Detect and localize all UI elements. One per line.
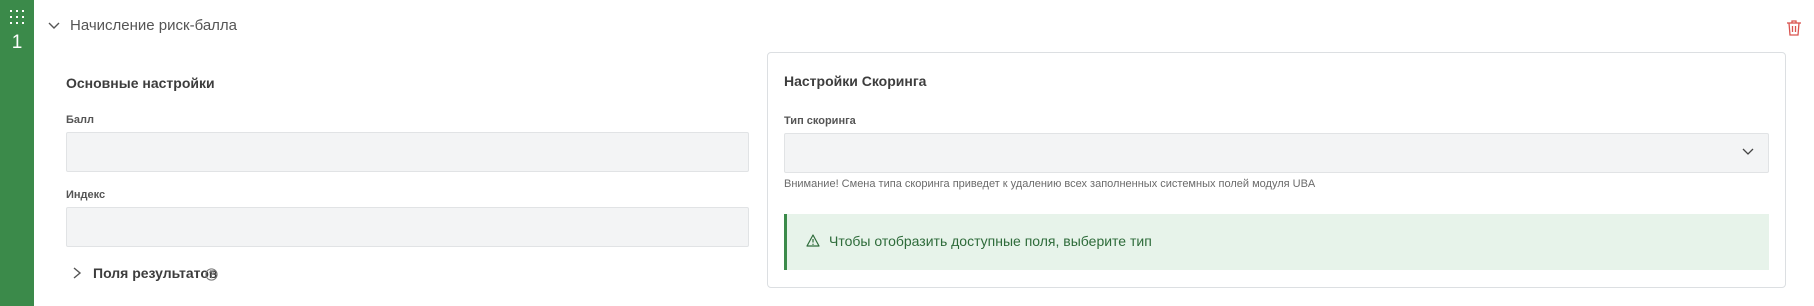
chevron-down-icon[interactable]	[47, 19, 61, 33]
question-circle-icon[interactable]	[205, 268, 218, 281]
trash-icon[interactable]	[1786, 19, 1802, 37]
scoring-type-select[interactable]	[784, 133, 1769, 173]
rule-index-number: 1	[11, 32, 23, 53]
alert-message: Чтобы отобразить доступные поля, выберит…	[829, 233, 1152, 249]
index-input[interactable]	[66, 207, 749, 247]
left-rail: 1	[0, 0, 34, 306]
scoring-settings-title: Настройки Скоринга	[784, 73, 927, 89]
scoring-type-warning-hint: Внимание! Смена типа скоринга приведет к…	[784, 178, 1316, 190]
chevron-down-icon[interactable]	[1742, 148, 1754, 156]
score-label: Балл	[66, 114, 94, 126]
index-label: Индекс	[66, 189, 106, 201]
grid-drag-icon[interactable]	[10, 10, 24, 24]
score-input[interactable]	[66, 132, 749, 172]
basic-settings-title: Основные настройки	[66, 75, 215, 91]
warning-triangle-icon	[806, 234, 820, 247]
info-alert: Чтобы отобразить доступные поля, выберит…	[784, 214, 1769, 270]
chevron-right-icon[interactable]	[71, 266, 83, 280]
section-title[interactable]: Начисление риск-балла	[70, 17, 237, 34]
result-fields-toggle[interactable]: Поля результатов	[93, 265, 218, 281]
scoring-type-label: Тип скоринга	[784, 115, 856, 127]
